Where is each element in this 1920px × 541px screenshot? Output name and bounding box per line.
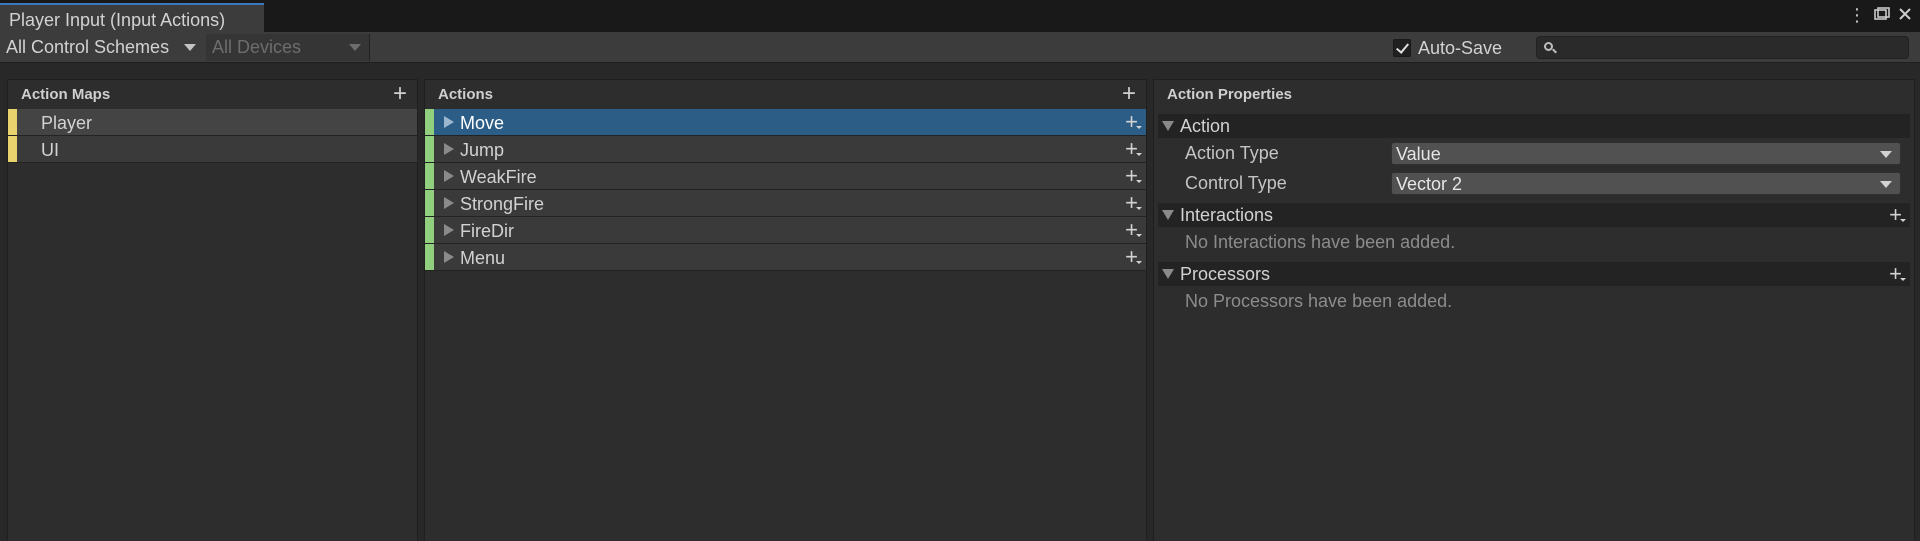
add-binding-icon[interactable]: + (1125, 244, 1142, 270)
action-label: Move (460, 113, 505, 133)
close-icon[interactable] (1898, 4, 1912, 26)
expand-triangle-icon[interactable] (444, 251, 454, 263)
action-label: WeakFire (460, 167, 537, 187)
action-item-weakfire[interactable]: WeakFire + (425, 163, 1146, 190)
action-map-label: UI (41, 140, 59, 160)
processors-empty-text: No Processors have been added. (1185, 291, 1453, 311)
action-item-menu[interactable]: Menu + (425, 244, 1146, 271)
add-binding-icon[interactable]: + (1125, 217, 1142, 243)
action-color-strip (425, 190, 434, 216)
action-item-strongfire[interactable]: StrongFire + (425, 190, 1146, 217)
action-color-strip (425, 244, 434, 270)
collapse-triangle-icon[interactable] (1162, 121, 1174, 131)
processors-section-label: Processors (1180, 264, 1271, 284)
devices-dropdown[interactable]: All Devices (206, 34, 369, 61)
action-color-strip (425, 136, 434, 162)
chevron-down-icon (1880, 151, 1892, 158)
action-maps-panel: Action Maps + Player UI (7, 79, 418, 541)
window-tab-title: Player Input (Input Actions) (9, 10, 226, 30)
action-maps-title: Action Maps (21, 86, 111, 103)
action-map-label: Player (41, 113, 93, 133)
action-item-jump[interactable]: Jump + (425, 136, 1146, 163)
chevron-down-icon (1880, 181, 1892, 188)
kebab-menu-icon[interactable]: ⋮ (1848, 4, 1866, 26)
action-section-label: Action (1180, 116, 1231, 136)
action-properties-panel: Action Properties Action Action Type Val… (1153, 79, 1915, 541)
action-type-value: Value (1396, 144, 1441, 164)
action-color-strip (425, 163, 434, 189)
action-color-strip (425, 217, 434, 243)
devices-label: All Devices (212, 37, 302, 57)
action-map-item-ui[interactable]: UI (8, 136, 417, 163)
toolbar-divider (369, 34, 370, 61)
control-type-label: Control Type (1185, 173, 1287, 193)
auto-save-checkbox[interactable] (1393, 39, 1411, 57)
action-label: Jump (460, 140, 505, 160)
action-type-row: Action Type Value (1154, 138, 1914, 168)
maximize-icon[interactable] (1874, 4, 1890, 26)
action-type-label: Action Type (1185, 143, 1279, 163)
window-buttons: ⋮ (1848, 4, 1912, 26)
action-properties-header: Action Properties (1154, 80, 1914, 109)
add-binding-icon[interactable]: + (1125, 109, 1142, 135)
expand-triangle-icon[interactable] (444, 197, 454, 209)
action-section-header[interactable]: Action (1158, 114, 1910, 138)
expand-triangle-icon[interactable] (444, 116, 454, 128)
add-binding-icon[interactable]: + (1125, 136, 1142, 162)
search-field[interactable] (1536, 36, 1909, 59)
interactions-section-header[interactable]: Interactions + (1158, 202, 1910, 228)
action-properties-title: Action Properties (1167, 86, 1293, 103)
action-map-color-strip (8, 109, 17, 135)
tab-bar: Player Input (Input Actions) ⋮ (0, 0, 1920, 32)
expand-triangle-icon[interactable] (444, 170, 454, 182)
expand-triangle-icon[interactable] (444, 224, 454, 236)
add-binding-icon[interactable]: + (1125, 190, 1142, 216)
action-map-color-strip (8, 136, 17, 162)
control-schemes-dropdown[interactable]: All Control Schemes (0, 34, 204, 61)
action-maps-header: Action Maps + (8, 80, 417, 109)
actions-panel: Actions + Move + Jump + WeakFire + Stron… (424, 79, 1147, 541)
toolbar: All Control Schemes All Devices Auto-Sav… (0, 32, 1920, 63)
collapse-triangle-icon[interactable] (1162, 269, 1174, 279)
action-item-firedir[interactable]: FireDir + (425, 217, 1146, 244)
collapse-triangle-icon[interactable] (1162, 210, 1174, 220)
action-label: FireDir (460, 221, 514, 241)
add-processor-icon[interactable]: + (1889, 261, 1906, 287)
control-type-value: Vector 2 (1396, 174, 1463, 194)
window-tab[interactable]: Player Input (Input Actions) (0, 3, 264, 32)
actions-header: Actions + (425, 80, 1146, 109)
search-icon (1544, 42, 1553, 51)
action-item-move[interactable]: Move + (425, 109, 1146, 136)
add-action-icon[interactable]: + (1122, 82, 1136, 106)
control-type-dropdown[interactable]: Vector 2 (1391, 172, 1901, 195)
interactions-section-label: Interactions (1180, 205, 1274, 225)
action-map-item-player[interactable]: Player (8, 109, 417, 136)
interactions-empty-text: No Interactions have been added. (1185, 232, 1456, 252)
add-action-map-icon[interactable]: + (393, 82, 407, 106)
actions-title: Actions (438, 86, 494, 103)
action-type-dropdown[interactable]: Value (1391, 142, 1901, 165)
add-binding-icon[interactable]: + (1125, 163, 1142, 189)
action-label: StrongFire (460, 194, 545, 214)
auto-save-label: Auto-Save (1418, 37, 1503, 58)
add-interaction-icon[interactable]: + (1889, 202, 1906, 228)
expand-triangle-icon[interactable] (444, 143, 454, 155)
chevron-down-icon (184, 44, 196, 51)
processors-section-header[interactable]: Processors + (1158, 261, 1910, 287)
auto-save-toggle[interactable]: Auto-Save (1393, 36, 1502, 60)
control-type-row: Control Type Vector 2 (1154, 168, 1914, 198)
control-schemes-label: All Control Schemes (6, 37, 170, 57)
action-color-strip (425, 109, 434, 135)
action-label: Menu (460, 248, 506, 268)
chevron-down-icon (349, 44, 361, 51)
search-input[interactable] (1561, 38, 1901, 57)
